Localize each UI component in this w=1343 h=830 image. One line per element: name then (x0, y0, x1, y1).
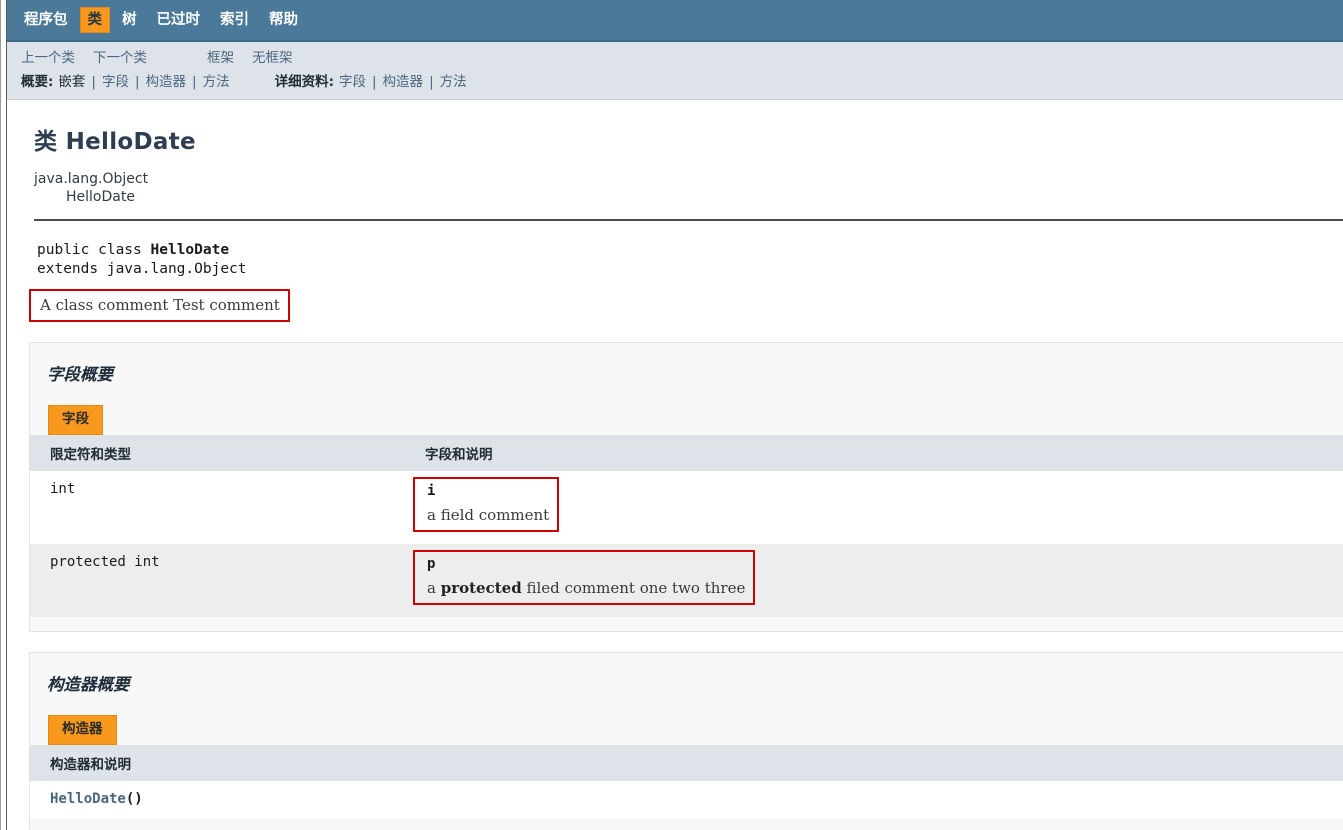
declaration-class-name: HelloDate (150, 242, 230, 258)
constructor-cell: HelloDate() (30, 781, 1343, 819)
subnav-row-summary: 概要: 嵌套 | 字段 | 构造器 | 方法 详细资料: 字段 | 构造器 | … (7, 71, 1343, 93)
page-title: 类 HelloDate (34, 129, 196, 155)
detail-label: 详细资料: (274, 74, 334, 90)
table-row: int i a field comment (30, 471, 1343, 544)
detail-method-link[interactable]: 方法 (440, 72, 467, 92)
field-name-1[interactable]: p (427, 556, 745, 572)
window-left-edge (0, 0, 7, 830)
annotation-box-field-i: i a field comment (413, 477, 560, 532)
detail-field-link[interactable]: 字段 (339, 72, 366, 92)
browser-frame: 程序包 类 树 已过时 索引 帮助 上一个类 下一个类 框架 无框架 概要: 嵌… (0, 0, 1343, 830)
field-tabs: 字段 (30, 385, 1343, 435)
field-desc-cell: i a field comment (405, 471, 1343, 544)
summary-sep-3: | (192, 74, 197, 90)
field-desc-1-suffix: filed comment one two three (521, 579, 746, 597)
subnav-row-links: 上一个类 下一个类 框架 无框架 (7, 47, 1343, 71)
frames-link[interactable]: 框架 (207, 48, 234, 68)
nav-packages[interactable]: 程序包 (16, 7, 76, 33)
table-header-row: 构造器和说明 (30, 745, 1343, 781)
field-summary-section: 字段概要 字段 限定符和类型 字段和说明 int i a field comme… (29, 342, 1343, 632)
summary-field-link[interactable]: 字段 (102, 72, 129, 92)
constructor-name-link[interactable]: HelloDate (50, 791, 126, 807)
summary-method-link[interactable]: 方法 (203, 72, 230, 92)
summary-sep-1: | (91, 74, 96, 90)
class-declaration: public class HelloDate extends java.lang… (7, 221, 1343, 279)
constructor-summary-title: 构造器概要 (47, 675, 130, 694)
field-desc-1-bold: protected (440, 579, 522, 597)
prev-class-link[interactable]: 上一个类 (21, 48, 75, 68)
summary-constructor-link[interactable]: 构造器 (146, 72, 187, 92)
class-description-wrap: A class comment Test comment (7, 279, 1343, 322)
nav-class[interactable]: 类 (79, 7, 110, 33)
constructor-parens: () (125, 791, 143, 807)
field-description-1: a protected filed comment one two three (427, 579, 745, 597)
inheritance-level-1: java.lang.Object (34, 171, 149, 187)
constructor-col-desc: 构造器和说明 (30, 745, 1343, 781)
declaration-line-2: extends java.lang.Object (37, 261, 247, 277)
constructor-summary-section: 构造器概要 构造器 构造器和说明 HelloDate() (29, 652, 1343, 830)
field-type-cell: int (30, 471, 405, 544)
field-col-desc: 字段和说明 (405, 435, 1343, 471)
constructor-summary-table: 构造器和说明 HelloDate() (30, 745, 1343, 819)
summary-label: 概要: (21, 74, 54, 90)
field-col-type: 限定符和类型 (30, 435, 405, 471)
field-desc-cell: p a protected filed comment one two thre… (405, 544, 1343, 617)
field-type-cell: protected int (30, 544, 405, 617)
no-frames-link[interactable]: 无框架 (252, 48, 293, 68)
detail-sep-1: | (372, 74, 377, 90)
javadoc-page: 程序包 类 树 已过时 索引 帮助 上一个类 下一个类 框架 无框架 概要: 嵌… (7, 0, 1343, 830)
main-content: 类 HelloDate java.lang.Object HelloDate p… (7, 100, 1343, 830)
detail-constructor-link[interactable]: 构造器 (383, 72, 424, 92)
nav-tree[interactable]: 树 (114, 7, 145, 33)
class-description: A class comment Test comment (29, 289, 290, 322)
table-row: HelloDate() (30, 781, 1343, 819)
table-header-row: 限定符和类型 字段和说明 (30, 435, 1343, 471)
next-class-link[interactable]: 下一个类 (93, 48, 147, 68)
annotation-box-field-p: p a protected filed comment one two thre… (413, 550, 756, 605)
nav-index[interactable]: 索引 (212, 7, 257, 33)
tab-constructors[interactable]: 构造器 (48, 715, 117, 745)
inheritance-level-2: HelloDate (66, 189, 135, 205)
summary-sep-2: | (134, 74, 140, 90)
sub-navigation-bar: 上一个类 下一个类 框架 无框架 概要: 嵌套 | 字段 | 构造器 | 方法 … (7, 42, 1343, 100)
field-description-0: a field comment (427, 506, 549, 524)
declaration-line-1: public class HelloDate (37, 241, 1343, 260)
inheritance-tree: java.lang.Object HelloDate (7, 160, 1343, 206)
detail-sep-2: | (429, 74, 434, 90)
tab-fields[interactable]: 字段 (48, 405, 103, 435)
table-row: protected int p a protected filed commen… (30, 544, 1343, 617)
field-summary-table: 限定符和类型 字段和说明 int i a field comment prote… (30, 435, 1343, 617)
constructor-tabs: 构造器 (30, 695, 1343, 745)
field-name-0[interactable]: i (427, 483, 549, 499)
field-type-0: int (50, 481, 76, 497)
nav-deprecated[interactable]: 已过时 (149, 7, 209, 33)
top-navigation-bar: 程序包 类 树 已过时 索引 帮助 (7, 0, 1343, 42)
field-summary-title: 字段概要 (47, 365, 113, 384)
summary-nested: 嵌套 (58, 74, 86, 90)
field-desc-1-prefix: a (427, 579, 441, 597)
nav-help[interactable]: 帮助 (261, 7, 306, 33)
field-type-1: protected int (50, 554, 160, 570)
field-desc-0-text: a field comment (427, 506, 550, 524)
declaration-modifier: public class (37, 242, 151, 258)
